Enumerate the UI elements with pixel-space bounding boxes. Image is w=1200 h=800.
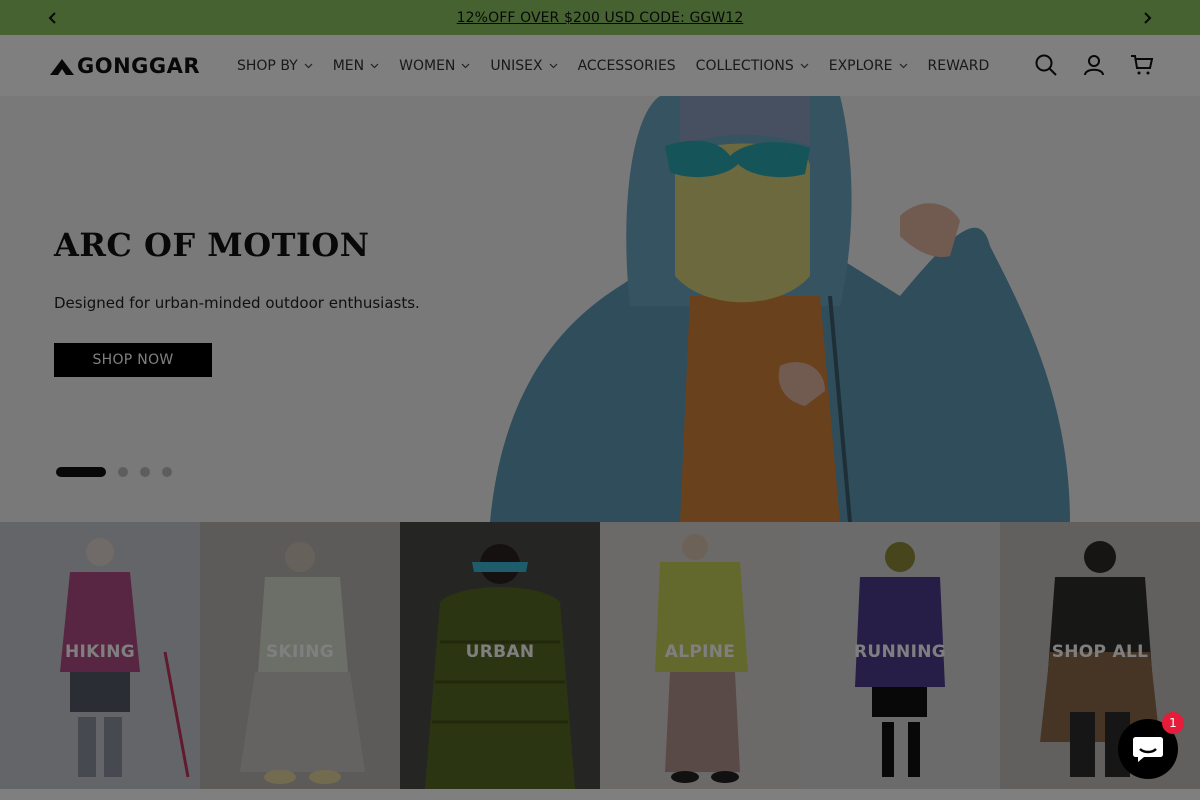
chevron-down-icon bbox=[304, 63, 313, 68]
hero-text: ARC OF MOTION Designed for urban-minded … bbox=[54, 226, 420, 377]
category-tile-alpine[interactable]: ALPINE bbox=[600, 522, 800, 789]
category-label: ALPINE bbox=[664, 642, 736, 662]
category-label: SKIING bbox=[265, 642, 335, 662]
logo-text: GONGGAR bbox=[77, 54, 201, 78]
page-bottom bbox=[0, 789, 1200, 800]
category-label: URBAN bbox=[465, 642, 535, 662]
nav-label: MEN bbox=[332, 57, 365, 74]
chevron-down-icon bbox=[899, 63, 907, 68]
account-icon[interactable] bbox=[1082, 53, 1106, 77]
logo[interactable]: GONGGAR bbox=[50, 52, 200, 80]
announcement-bar: 12%OFF OVER $200 USD CODE: GGW12 bbox=[0, 0, 1200, 35]
category-label: SHOP ALL bbox=[1051, 642, 1149, 662]
chevron-left-icon[interactable] bbox=[35, 0, 71, 35]
mountain-logo-icon bbox=[50, 59, 74, 75]
category-tile-hiking[interactable]: HIKING bbox=[0, 522, 200, 789]
category-tile-urban[interactable]: URBAN bbox=[400, 522, 600, 789]
nav-label: COLLECTIONS bbox=[695, 57, 794, 74]
slide-dot-3[interactable] bbox=[140, 467, 150, 477]
chevron-down-icon bbox=[461, 63, 470, 68]
category-tile-running[interactable]: RUNNING bbox=[800, 522, 1000, 789]
site-header: GONGGAR SHOP BY MEN WOMEN UNISEX ACCESSO… bbox=[0, 35, 1200, 96]
hero-model-image bbox=[490, 96, 1070, 522]
chevron-down-icon bbox=[549, 63, 557, 68]
nav-reward[interactable]: REWARD bbox=[928, 58, 990, 74]
chat-unread-badge: 1 bbox=[1162, 712, 1184, 734]
chat-bubble-icon bbox=[1133, 737, 1163, 762]
chevron-right-icon[interactable] bbox=[1129, 0, 1165, 35]
category-label: RUNNING bbox=[854, 642, 946, 662]
hero-banner: ARC OF MOTION Designed for urban-minded … bbox=[0, 96, 1200, 522]
nav-label: EXPLORE bbox=[828, 57, 893, 74]
category-tile-skiing[interactable]: SKIING bbox=[200, 522, 400, 789]
slider-dots bbox=[56, 467, 172, 477]
promo-link[interactable]: 12%OFF OVER $200 USD CODE: GGW12 bbox=[457, 10, 744, 26]
nav-women[interactable]: WOMEN bbox=[399, 58, 470, 74]
nav-label: UNISEX bbox=[490, 57, 543, 74]
main-nav: SHOP BY MEN WOMEN UNISEX ACCESSORIES COL… bbox=[237, 35, 1009, 96]
nav-men[interactable]: MEN bbox=[333, 58, 379, 74]
nav-unisex[interactable]: UNISEX bbox=[490, 58, 557, 74]
category-tiles: HIKING SKIING URBAN ALPINE RUNNING SHOP … bbox=[0, 522, 1200, 789]
nav-explore[interactable]: EXPLORE bbox=[829, 58, 908, 74]
nav-label: REWARD bbox=[927, 57, 990, 74]
nav-accessories[interactable]: ACCESSORIES bbox=[578, 58, 676, 74]
hero-title: ARC OF MOTION bbox=[54, 226, 370, 264]
chevron-down-icon bbox=[370, 63, 379, 68]
nav-collections[interactable]: COLLECTIONS bbox=[696, 58, 809, 74]
header-icons bbox=[1034, 53, 1154, 77]
slide-dot-1[interactable] bbox=[56, 467, 106, 477]
category-label: HIKING bbox=[64, 642, 136, 662]
slide-dot-4[interactable] bbox=[162, 467, 172, 477]
search-icon[interactable] bbox=[1034, 53, 1058, 77]
nav-label: SHOP BY bbox=[237, 57, 298, 74]
slide-dot-2[interactable] bbox=[118, 467, 128, 477]
nav-shop-by[interactable]: SHOP BY bbox=[237, 58, 313, 74]
nav-label: WOMEN bbox=[399, 57, 456, 74]
cart-icon[interactable] bbox=[1130, 53, 1154, 77]
hero-subtitle: Designed for urban-minded outdoor enthus… bbox=[54, 294, 420, 312]
shop-now-button[interactable]: SHOP NOW bbox=[54, 343, 212, 377]
chevron-down-icon bbox=[800, 63, 809, 68]
nav-label: ACCESSORIES bbox=[577, 57, 676, 74]
